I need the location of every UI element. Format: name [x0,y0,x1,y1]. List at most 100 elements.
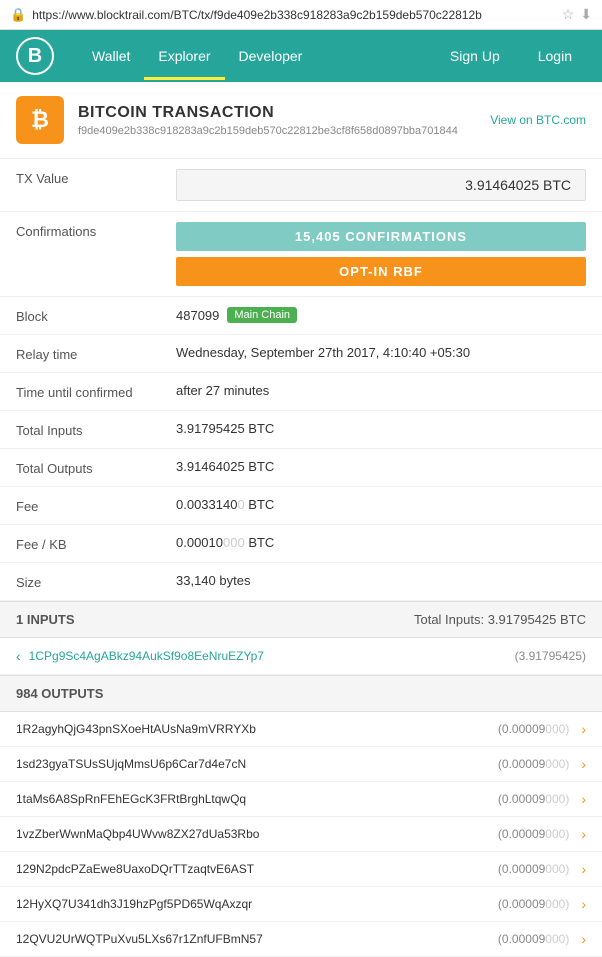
block-number: 487099 [176,308,219,323]
output-amount: (0.00009000) [498,722,569,736]
output-amount-muted: 000) [545,932,569,946]
output-address[interactable]: 12HyXQ7U341dh3J19hzPgf5PD65WqAxzqr [16,897,490,911]
value-fee: 0.00331400 BTC [176,497,586,512]
label-timeconfirmed: Time until confirmed [16,383,176,400]
label-relaytime: Relay time [16,345,176,362]
main-chain-badge: Main Chain [227,307,297,323]
view-btccom-link[interactable]: View on BTC.com [490,113,586,127]
output-address[interactable]: 1vzZberWwnMaQbp4UWvw8ZX27dUa53Rbo [16,827,490,841]
nav-link-developer[interactable]: Developer [225,32,317,80]
details-row-fee: Fee 0.00331400 BTC [0,487,602,525]
output-amount-muted: 000) [545,722,569,736]
nav-link-wallet[interactable]: Wallet [78,32,144,80]
feekb-suffix: BTC [245,535,275,550]
output-item-2[interactable]: 1taMs6A8SpRnFEhEGcK3FRtBrghLtqwQq (0.000… [0,782,602,817]
input-item-0[interactable]: ‹ 1CPg9Sc4AgABkz94AukSf9o8EeNruEZYp7 (3.… [0,638,602,675]
output-item-4[interactable]: 129N2pdcPZaEwe8UaxoDQrTTzaqtvE6AST (0.00… [0,852,602,887]
chevron-right-icon: › [581,896,586,912]
nav-right: Sign Up Login [436,40,586,72]
label-totalinputs: Total Inputs [16,421,176,438]
fee-suffix: BTC [245,497,275,512]
details-row-totaloutputs: Total Outputs 3.91464025 BTC [0,449,602,487]
output-item-5[interactable]: 12HyXQ7U341dh3J19hzPgf5PD65WqAxzqr (0.00… [0,887,602,922]
inputs-header-label: 1 INPUTS [16,612,75,627]
outputs-header-label: 984 OUTPUTS [16,686,103,701]
label-block: Block [16,307,176,324]
input-amount: (3.91795425) [515,649,586,663]
fee-muted: 0 [237,497,244,512]
chevron-left-icon: ‹ [16,648,21,664]
details-row-feekb: Fee / KB 0.00010000 BTC [0,525,602,563]
tx-header-left: ₿ BITCOIN TRANSACTION f9de409e2b338c9182… [16,96,458,144]
label-txvalue: TX Value [16,169,176,186]
inputs-total: Total Inputs: 3.91795425 BTC [414,612,586,627]
chevron-right-icon: › [581,756,586,772]
details-row-totalinputs: Total Inputs 3.91795425 BTC [0,411,602,449]
output-address[interactable]: 1taMs6A8SpRnFEhEGcK3FRtBrghLtqwQq [16,792,490,806]
details-row-relaytime: Relay time Wednesday, September 27th 201… [0,335,602,373]
navbar: B Wallet Explorer Developer Sign Up Logi… [0,30,602,82]
value-feekb: 0.00010000 BTC [176,535,586,550]
output-amount: (0.00009000) [498,932,569,946]
tx-hash: f9de409e2b338c918283a9c2b159deb570c22812… [78,125,458,137]
output-amount-muted: 000) [545,792,569,806]
input-address[interactable]: 1CPg9Sc4AgABkz94AukSf9o8EeNruEZYp7 [29,649,507,663]
output-amount: (0.00009000) [498,862,569,876]
btc-icon: ₿ [16,96,64,144]
main-content: ₿ BITCOIN TRANSACTION f9de409e2b338c9182… [0,82,602,957]
outputs-section-header: 984 OUTPUTS [0,675,602,712]
details-row-block: Block 487099 Main Chain [0,297,602,335]
nav-logo[interactable]: B [16,37,54,75]
login-button[interactable]: Login [524,40,586,72]
chevron-right-icon: › [581,861,586,877]
star-icon[interactable]: ☆ [562,6,575,23]
signup-button[interactable]: Sign Up [436,40,514,72]
label-feekb: Fee / KB [16,535,176,552]
feekb-muted: 000 [223,535,245,550]
confirmations-bar: 15,405 CONFIRMATIONS [176,222,586,251]
chevron-right-icon: › [581,931,586,947]
tx-info: BITCOIN TRANSACTION f9de409e2b338c918283… [78,104,458,137]
label-totaloutputs: Total Outputs [16,459,176,476]
details-section: TX Value 3.91464025 BTC Confirmations 15… [0,159,602,601]
url-text: https://www.blocktrail.com/BTC/tx/f9de40… [32,8,556,22]
btc-symbol: ₿ [31,107,49,133]
output-item-3[interactable]: 1vzZberWwnMaQbp4UWvw8ZX27dUa53Rbo (0.000… [0,817,602,852]
fee-value: 0.0033140 [176,497,237,512]
inputs-section-header: 1 INPUTS Total Inputs: 3.91795425 BTC [0,601,602,638]
output-amount: (0.00009000) [498,792,569,806]
tx-title: BITCOIN TRANSACTION [78,104,458,122]
download-icon[interactable]: ⬇ [580,6,592,23]
output-amount: (0.00009000) [498,757,569,771]
txvalue-box: 3.91464025 BTC [176,169,586,201]
value-txvalue: 3.91464025 BTC [176,169,586,201]
value-timeconfirmed: after 27 minutes [176,383,586,398]
value-totalinputs: 3.91795425 BTC [176,421,586,436]
output-item-1[interactable]: 1sd23gyaTSUsSUjqMmsU6p6Car7d4e7cN (0.000… [0,747,602,782]
nav-links: Wallet Explorer Developer [78,32,436,80]
details-row-confirmations: Confirmations 15,405 CONFIRMATIONS OPT-I… [0,212,602,297]
value-size: 33,140 bytes [176,573,586,588]
chevron-right-icon: › [581,791,586,807]
output-amount-muted: 000) [545,757,569,771]
value-totaloutputs: 3.91464025 BTC [176,459,586,474]
output-address[interactable]: 12QVU2UrWQTPuXvu5LXs67r1ZnfUFBmN57 [16,932,490,946]
nav-link-explorer[interactable]: Explorer [144,32,224,80]
label-fee: Fee [16,497,176,514]
chevron-right-icon: › [581,826,586,842]
output-item-0[interactable]: 1R2agyhQjG43pnSXoeHtAUsNa9mVRRYXb (0.000… [0,712,602,747]
output-amount: (0.00009000) [498,827,569,841]
output-amount-muted: 000) [545,897,569,911]
output-amount-muted: 000) [545,862,569,876]
output-address[interactable]: 1R2agyhQjG43pnSXoeHtAUsNa9mVRRYXb [16,722,490,736]
output-address[interactable]: 129N2pdcPZaEwe8UaxoDQrTTzaqtvE6AST [16,862,490,876]
label-size: Size [16,573,176,590]
output-amount-muted: 000) [545,827,569,841]
details-row-timeconfirmed: Time until confirmed after 27 minutes [0,373,602,411]
details-row-txvalue: TX Value 3.91464025 BTC [0,159,602,212]
value-confirmations: 15,405 CONFIRMATIONS OPT-IN RBF [176,222,586,286]
outputs-list: 1R2agyhQjG43pnSXoeHtAUsNa9mVRRYXb (0.000… [0,712,602,957]
output-item-6[interactable]: 12QVU2UrWQTPuXvu5LXs67r1ZnfUFBmN57 (0.00… [0,922,602,957]
output-address[interactable]: 1sd23gyaTSUsSUjqMmsU6p6Car7d4e7cN [16,757,490,771]
rbf-bar: OPT-IN RBF [176,257,586,286]
